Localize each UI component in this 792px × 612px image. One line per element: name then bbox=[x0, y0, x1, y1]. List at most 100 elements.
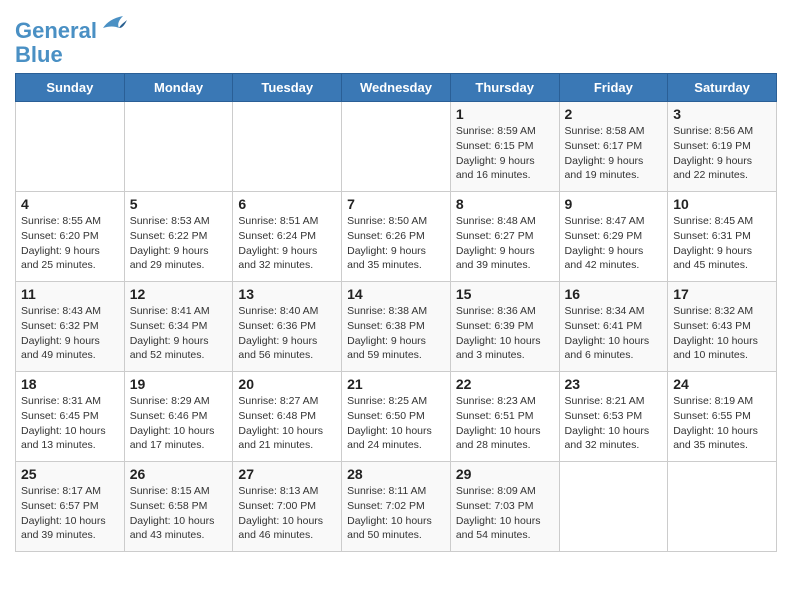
day-number: 26 bbox=[130, 466, 228, 482]
calendar-cell: 7 Sunrise: 8:50 AM Sunset: 6:26 PM Daylig… bbox=[342, 192, 451, 282]
day-number: 5 bbox=[130, 196, 228, 212]
day-number: 19 bbox=[130, 376, 228, 392]
day-number: 22 bbox=[456, 376, 554, 392]
calendar-cell: 2 Sunrise: 8:58 AM Sunset: 6:17 PM Daylig… bbox=[559, 102, 668, 192]
day-info: Sunrise: 8:31 AM Sunset: 6:45 PM Dayligh… bbox=[21, 394, 119, 453]
calendar-cell bbox=[668, 462, 777, 552]
day-number: 17 bbox=[673, 286, 771, 302]
calendar-cell: 24 Sunrise: 8:19 AM Sunset: 6:55 PM Dayli… bbox=[668, 372, 777, 462]
day-number: 25 bbox=[21, 466, 119, 482]
day-number: 3 bbox=[673, 106, 771, 122]
day-info: Sunrise: 8:32 AM Sunset: 6:43 PM Dayligh… bbox=[673, 304, 771, 363]
calendar-cell: 16 Sunrise: 8:34 AM Sunset: 6:41 PM Dayli… bbox=[559, 282, 668, 372]
calendar-cell bbox=[233, 102, 342, 192]
day-info: Sunrise: 8:47 AM Sunset: 6:29 PM Dayligh… bbox=[565, 214, 663, 273]
day-info: Sunrise: 8:38 AM Sunset: 6:38 PM Dayligh… bbox=[347, 304, 445, 363]
calendar-cell: 19 Sunrise: 8:29 AM Sunset: 6:46 PM Dayli… bbox=[124, 372, 233, 462]
day-number: 7 bbox=[347, 196, 445, 212]
calendar-week-1: 1 Sunrise: 8:59 AM Sunset: 6:15 PM Daylig… bbox=[16, 102, 777, 192]
day-info: Sunrise: 8:43 AM Sunset: 6:32 PM Dayligh… bbox=[21, 304, 119, 363]
day-info: Sunrise: 8:34 AM Sunset: 6:41 PM Dayligh… bbox=[565, 304, 663, 363]
weekday-header-wednesday: Wednesday bbox=[342, 74, 451, 102]
calendar-cell: 25 Sunrise: 8:17 AM Sunset: 6:57 PM Dayli… bbox=[16, 462, 125, 552]
day-info: Sunrise: 8:17 AM Sunset: 6:57 PM Dayligh… bbox=[21, 484, 119, 543]
calendar-week-5: 25 Sunrise: 8:17 AM Sunset: 6:57 PM Dayli… bbox=[16, 462, 777, 552]
calendar-cell: 13 Sunrise: 8:40 AM Sunset: 6:36 PM Dayli… bbox=[233, 282, 342, 372]
day-number: 10 bbox=[673, 196, 771, 212]
weekday-header-monday: Monday bbox=[124, 74, 233, 102]
day-info: Sunrise: 8:56 AM Sunset: 6:19 PM Dayligh… bbox=[673, 124, 771, 183]
day-number: 2 bbox=[565, 106, 663, 122]
day-number: 8 bbox=[456, 196, 554, 212]
day-info: Sunrise: 8:58 AM Sunset: 6:17 PM Dayligh… bbox=[565, 124, 663, 183]
day-info: Sunrise: 8:50 AM Sunset: 6:26 PM Dayligh… bbox=[347, 214, 445, 273]
day-number: 15 bbox=[456, 286, 554, 302]
day-info: Sunrise: 8:09 AM Sunset: 7:03 PM Dayligh… bbox=[456, 484, 554, 543]
day-number: 21 bbox=[347, 376, 445, 392]
day-number: 12 bbox=[130, 286, 228, 302]
calendar-cell: 17 Sunrise: 8:32 AM Sunset: 6:43 PM Dayli… bbox=[668, 282, 777, 372]
calendar-cell bbox=[16, 102, 125, 192]
day-info: Sunrise: 8:23 AM Sunset: 6:51 PM Dayligh… bbox=[456, 394, 554, 453]
day-info: Sunrise: 8:15 AM Sunset: 6:58 PM Dayligh… bbox=[130, 484, 228, 543]
day-info: Sunrise: 8:45 AM Sunset: 6:31 PM Dayligh… bbox=[673, 214, 771, 273]
day-info: Sunrise: 8:21 AM Sunset: 6:53 PM Dayligh… bbox=[565, 394, 663, 453]
page-header: General Blue bbox=[15, 10, 777, 67]
day-info: Sunrise: 8:13 AM Sunset: 7:00 PM Dayligh… bbox=[238, 484, 336, 543]
calendar-cell bbox=[559, 462, 668, 552]
calendar-cell: 10 Sunrise: 8:45 AM Sunset: 6:31 PM Dayli… bbox=[668, 192, 777, 282]
day-number: 27 bbox=[238, 466, 336, 482]
day-number: 16 bbox=[565, 286, 663, 302]
day-number: 9 bbox=[565, 196, 663, 212]
day-info: Sunrise: 8:19 AM Sunset: 6:55 PM Dayligh… bbox=[673, 394, 771, 453]
weekday-header-row: SundayMondayTuesdayWednesdayThursdayFrid… bbox=[16, 74, 777, 102]
calendar-cell bbox=[342, 102, 451, 192]
weekday-header-tuesday: Tuesday bbox=[233, 74, 342, 102]
day-number: 13 bbox=[238, 286, 336, 302]
day-number: 1 bbox=[456, 106, 554, 122]
day-number: 29 bbox=[456, 466, 554, 482]
calendar-cell: 3 Sunrise: 8:56 AM Sunset: 6:19 PM Daylig… bbox=[668, 102, 777, 192]
calendar-cell: 27 Sunrise: 8:13 AM Sunset: 7:00 PM Dayli… bbox=[233, 462, 342, 552]
weekday-header-thursday: Thursday bbox=[450, 74, 559, 102]
calendar-cell: 15 Sunrise: 8:36 AM Sunset: 6:39 PM Dayli… bbox=[450, 282, 559, 372]
logo-text: General bbox=[15, 14, 127, 43]
calendar-week-4: 18 Sunrise: 8:31 AM Sunset: 6:45 PM Dayli… bbox=[16, 372, 777, 462]
day-info: Sunrise: 8:25 AM Sunset: 6:50 PM Dayligh… bbox=[347, 394, 445, 453]
weekday-header-saturday: Saturday bbox=[668, 74, 777, 102]
calendar-cell: 28 Sunrise: 8:11 AM Sunset: 7:02 PM Dayli… bbox=[342, 462, 451, 552]
calendar-cell: 14Sunrise: 8:38 AM Sunset: 6:38 PM Dayli… bbox=[342, 282, 451, 372]
day-info: Sunrise: 8:59 AM Sunset: 6:15 PM Dayligh… bbox=[456, 124, 554, 183]
calendar-cell: 4 Sunrise: 8:55 AM Sunset: 6:20 PM Daylig… bbox=[16, 192, 125, 282]
day-number: 28 bbox=[347, 466, 445, 482]
calendar-cell: 5 Sunrise: 8:53 AM Sunset: 6:22 PM Daylig… bbox=[124, 192, 233, 282]
day-number: 23 bbox=[565, 376, 663, 392]
calendar-cell: 9 Sunrise: 8:47 AM Sunset: 6:29 PM Daylig… bbox=[559, 192, 668, 282]
day-info: Sunrise: 8:48 AM Sunset: 6:27 PM Dayligh… bbox=[456, 214, 554, 273]
logo-text-blue: Blue bbox=[15, 43, 127, 67]
calendar-cell: 20 Sunrise: 8:27 AM Sunset: 6:48 PM Dayli… bbox=[233, 372, 342, 462]
calendar-cell: 8 Sunrise: 8:48 AM Sunset: 6:27 PM Daylig… bbox=[450, 192, 559, 282]
day-info: Sunrise: 8:40 AM Sunset: 6:36 PM Dayligh… bbox=[238, 304, 336, 363]
day-number: 4 bbox=[21, 196, 119, 212]
calendar-cell: 23 Sunrise: 8:21 AM Sunset: 6:53 PM Dayli… bbox=[559, 372, 668, 462]
logo-bird-icon bbox=[99, 14, 127, 36]
calendar-cell: 26 Sunrise: 8:15 AM Sunset: 6:58 PM Dayli… bbox=[124, 462, 233, 552]
day-info: Sunrise: 8:11 AM Sunset: 7:02 PM Dayligh… bbox=[347, 484, 445, 543]
calendar-cell: 18 Sunrise: 8:31 AM Sunset: 6:45 PM Dayli… bbox=[16, 372, 125, 462]
day-info: Sunrise: 8:55 AM Sunset: 6:20 PM Dayligh… bbox=[21, 214, 119, 273]
day-number: 24 bbox=[673, 376, 771, 392]
day-info: Sunrise: 8:27 AM Sunset: 6:48 PM Dayligh… bbox=[238, 394, 336, 453]
calendar-week-3: 11 Sunrise: 8:43 AM Sunset: 6:32 PM Dayli… bbox=[16, 282, 777, 372]
day-info: Sunrise: 8:53 AM Sunset: 6:22 PM Dayligh… bbox=[130, 214, 228, 273]
day-info: Sunrise: 8:29 AM Sunset: 6:46 PM Dayligh… bbox=[130, 394, 228, 453]
day-number: 18 bbox=[21, 376, 119, 392]
calendar-cell: 29 Sunrise: 8:09 AM Sunset: 7:03 PM Dayli… bbox=[450, 462, 559, 552]
day-number: 11 bbox=[21, 286, 119, 302]
calendar-cell bbox=[124, 102, 233, 192]
day-number: 20 bbox=[238, 376, 336, 392]
day-info: Sunrise: 8:36 AM Sunset: 6:39 PM Dayligh… bbox=[456, 304, 554, 363]
calendar-table: SundayMondayTuesdayWednesdayThursdayFrid… bbox=[15, 73, 777, 552]
logo: General Blue bbox=[15, 14, 127, 67]
calendar-cell: 22 Sunrise: 8:23 AM Sunset: 6:51 PM Dayli… bbox=[450, 372, 559, 462]
